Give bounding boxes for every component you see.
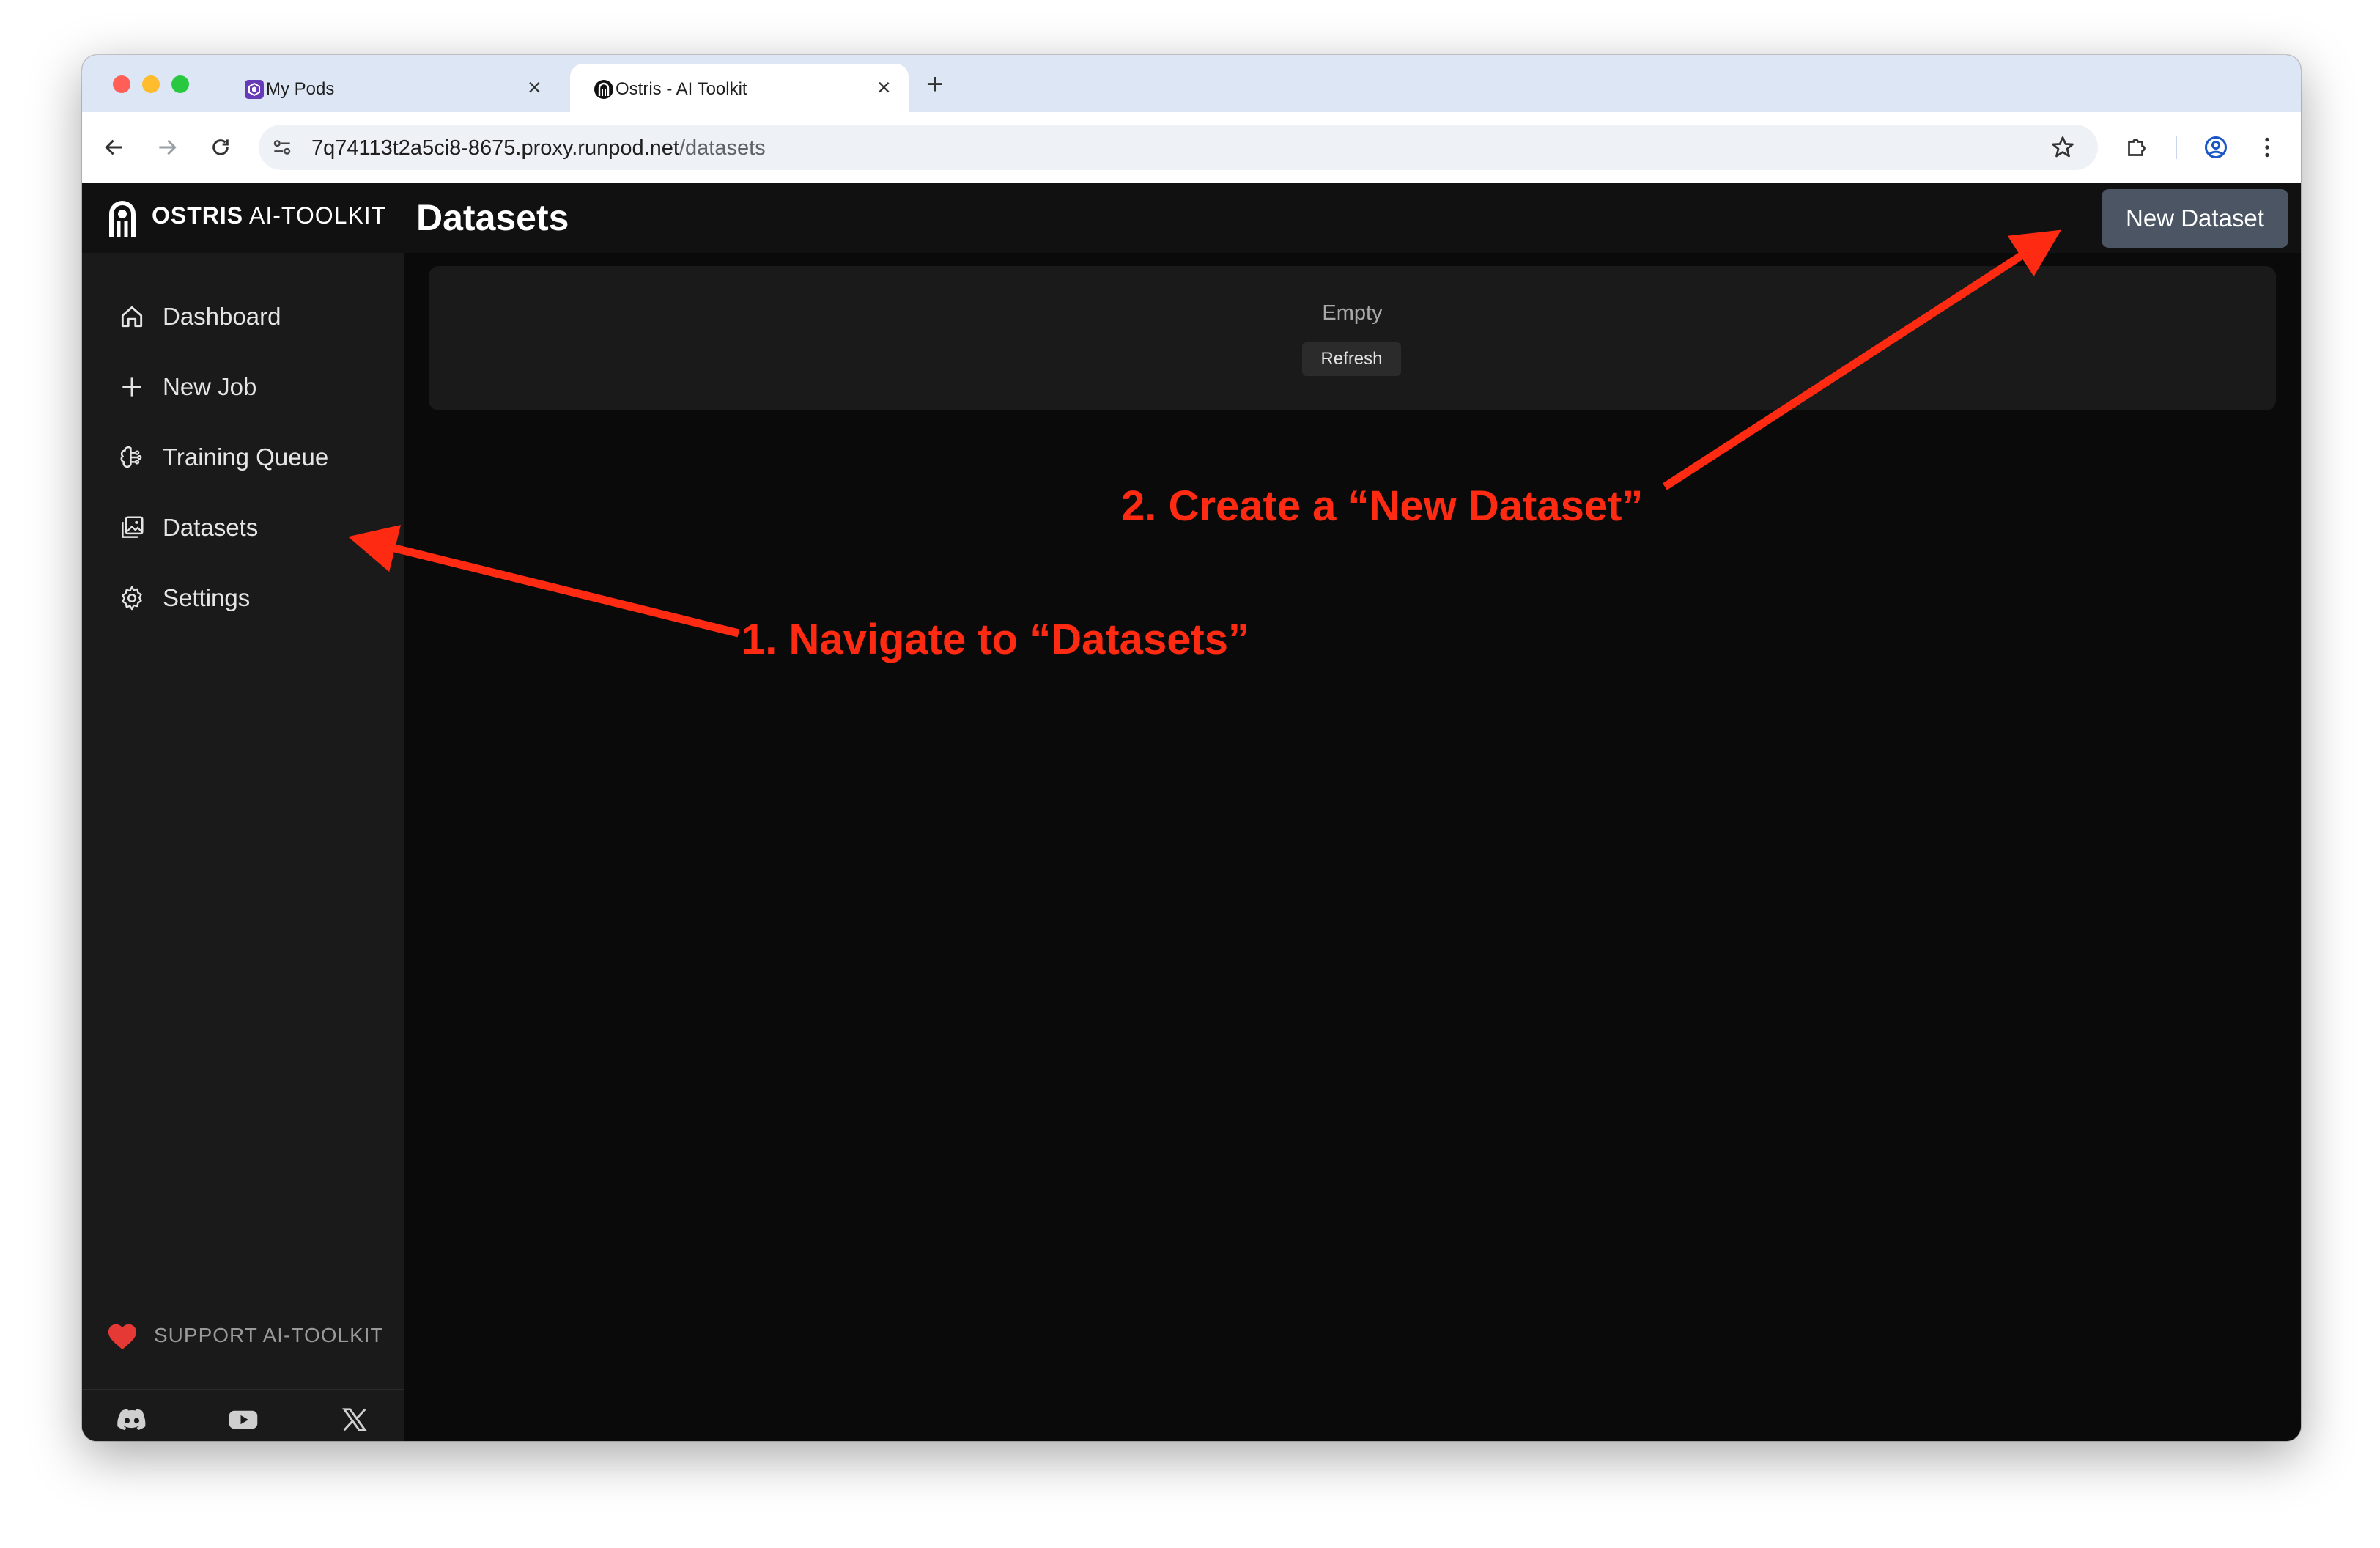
refresh-button[interactable]: Refresh [1302, 342, 1401, 376]
page-title: Datasets [416, 197, 569, 238]
back-button[interactable] [97, 130, 132, 165]
annotation-step-1: 1. Navigate to “Datasets” [742, 616, 1250, 663]
sidebar-item-label: Training Queue [163, 443, 329, 471]
discord-link[interactable] [114, 1402, 149, 1437]
home-icon [116, 301, 148, 333]
support-label: SUPPORT AI-TOOLKIT [154, 1324, 384, 1346]
close-tab-icon[interactable]: × [877, 74, 891, 100]
sidebar: Dashboard New Job Training Queue Dataset… [82, 253, 404, 1441]
zoom-window-button[interactable] [171, 75, 189, 93]
sidebar-item-datasets[interactable]: Datasets [116, 502, 394, 553]
reload-icon [212, 139, 229, 155]
image-stack-icon [116, 512, 148, 544]
new-dataset-button[interactable]: New Dataset [2102, 189, 2288, 248]
browser-window: My Pods × Ostris - AI Toolkit × + 7q7411… [82, 55, 2301, 1441]
app: OSTRIS AI-TOOLKIT Datasets New Dataset D… [82, 183, 2301, 1441]
sidebar-item-label: Settings [163, 584, 251, 611]
sidebar-item-settings[interactable]: Settings [116, 572, 394, 624]
brand-product: AI-TOOLKIT [249, 202, 387, 229]
ostris-icon [594, 80, 613, 99]
annotation-step-2: 2. Create a “New Dataset” [1121, 482, 1644, 530]
support-link[interactable]: SUPPORT AI-TOOLKIT [106, 1320, 384, 1351]
heart-icon [108, 1324, 137, 1350]
sidebar-item-training-queue[interactable]: Training Queue [116, 432, 394, 483]
address-bar[interactable]: 7q74113t2a5ci8-8675.proxy.runpod.net/dat… [259, 125, 2098, 170]
reload-button[interactable] [203, 130, 238, 165]
tab-my-pods[interactable]: My Pods × [221, 64, 559, 112]
close-window-button[interactable] [113, 75, 130, 93]
more-vertical-icon [2265, 137, 2269, 158]
tab-label: My Pods [266, 79, 335, 99]
forward-button[interactable] [149, 130, 185, 165]
tab-bar: My Pods × Ostris - AI Toolkit × + [82, 55, 2301, 112]
youtube-icon [229, 1410, 258, 1429]
profile-icon [2205, 136, 2227, 158]
url-path: /datasets [679, 136, 766, 160]
minimize-window-button[interactable] [142, 75, 160, 93]
plus-icon [116, 371, 148, 403]
tab-ostris-ai-toolkit[interactable]: Ostris - AI Toolkit × [570, 64, 909, 112]
url-host: 7q74113t2a5ci8-8675.proxy.runpod.net [311, 136, 679, 160]
sidebar-divider [82, 1389, 404, 1390]
ostris-logo-icon [109, 201, 136, 237]
empty-message: Empty [1322, 301, 1383, 325]
empty-state-card: Empty Refresh [429, 266, 2276, 410]
runpod-icon [245, 80, 264, 99]
sidebar-item-label: Dashboard [163, 303, 281, 330]
brand-name: OSTRIS [152, 202, 244, 229]
new-tab-button[interactable]: + [926, 68, 943, 100]
star-icon[interactable] [2050, 134, 2076, 161]
youtube-link[interactable] [226, 1402, 261, 1437]
sidebar-item-label: Datasets [163, 514, 259, 541]
x-icon [341, 1408, 368, 1431]
sidebar-item-label: New Job [163, 373, 257, 400]
arrow-left-icon [105, 139, 122, 155]
profile-button[interactable] [2198, 130, 2233, 165]
toolbar-divider [2176, 136, 2177, 159]
url-text: 7q74113t2a5ci8-8675.proxy.runpod.net/dat… [311, 136, 766, 161]
puzzle-icon [2128, 139, 2146, 156]
extensions-button[interactable] [2119, 130, 2154, 165]
browser-menu-button[interactable] [2250, 130, 2285, 165]
discord-icon [117, 1409, 146, 1431]
app-header: OSTRIS AI-TOOLKIT Datasets New Dataset [82, 183, 2301, 253]
site-info-icon[interactable] [270, 136, 294, 159]
brain-icon [116, 441, 148, 473]
sidebar-item-new-job[interactable]: New Job [116, 361, 394, 413]
x-link[interactable] [337, 1402, 372, 1437]
browser-toolbar: 7q74113t2a5ci8-8675.proxy.runpod.net/dat… [82, 112, 2301, 183]
arrow-right-icon [159, 139, 177, 155]
close-tab-icon[interactable]: × [528, 74, 542, 100]
tab-label: Ostris - AI Toolkit [616, 79, 747, 99]
gear-icon [116, 582, 148, 614]
sidebar-item-dashboard[interactable]: Dashboard [116, 291, 394, 342]
